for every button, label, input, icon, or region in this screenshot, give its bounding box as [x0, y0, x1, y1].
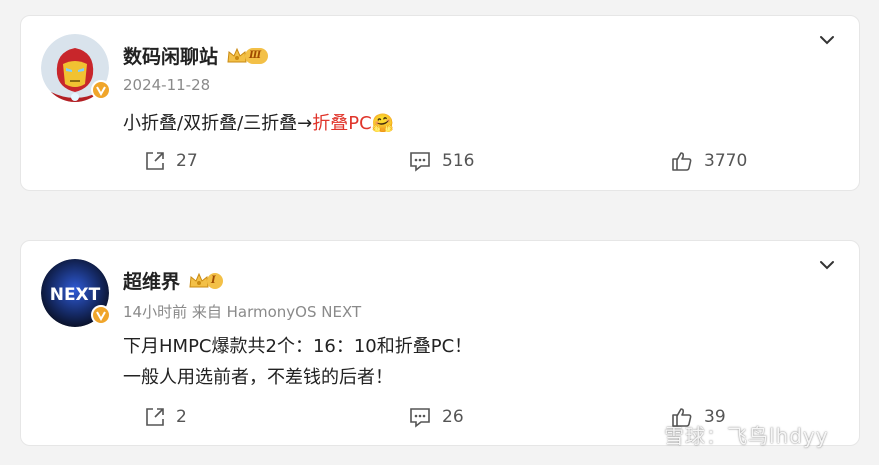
comment-count: 26: [442, 407, 464, 427]
content-highlight: 折叠PC: [312, 113, 372, 134]
author-avatar[interactable]: [41, 34, 111, 102]
post-content: 下月HMPC爆款共2个：16：10和折叠PC！ 一般人用选前者，不差钱的后者！: [123, 331, 472, 393]
comment-button[interactable]: 26: [408, 406, 464, 428]
content-line: 下月HMPC爆款共2个：16：10和折叠PC！: [123, 336, 473, 357]
verified-icon: [91, 80, 111, 100]
share-icon: [146, 408, 164, 426]
emoji: 🤗: [371, 113, 395, 134]
watermark: 雪球：飞鸟lhdyy: [630, 420, 829, 449]
author-name[interactable]: 超维界: [123, 267, 180, 294]
level-label: Ⅰ: [207, 272, 223, 289]
member-level-badge: Ⅲ: [226, 47, 269, 65]
comment-button[interactable]: 516: [408, 150, 474, 172]
chevron-down-icon[interactable]: [817, 255, 837, 275]
comment-icon: [410, 408, 430, 428]
author-avatar[interactable]: NEXT: [41, 259, 111, 327]
author-name[interactable]: 数码闲聊站: [123, 42, 218, 69]
share-icon: [146, 152, 164, 170]
level-label: Ⅲ: [245, 47, 269, 64]
comment-count: 516: [442, 151, 475, 171]
share-button[interactable]: 27: [144, 150, 198, 172]
post-card-2: NEXT 超维界 Ⅰ 14小时前 来自 HarmonyOS NEXT 下月HMP…: [20, 240, 860, 446]
like-button[interactable]: 3770: [670, 150, 747, 172]
comment-icon: [410, 152, 430, 172]
post-actions: 27 516 3770: [21, 150, 859, 180]
chevron-down-icon[interactable]: [817, 30, 837, 50]
share-count: 2: [176, 407, 187, 427]
post-time: 2024-11-28: [123, 76, 211, 94]
verified-icon: [91, 305, 111, 325]
member-level-badge: Ⅰ: [188, 272, 223, 290]
share-count: 27: [176, 151, 198, 171]
post-time-source: 14小时前 来自 HarmonyOS NEXT: [123, 303, 362, 321]
thumbs-up-icon: [672, 152, 692, 171]
xueqiu-logo-icon: [631, 426, 657, 444]
like-count: 3770: [704, 151, 748, 171]
share-button[interactable]: 2: [144, 406, 187, 428]
avatar-text: NEXT: [50, 285, 101, 305]
watermark-text: 雪球：飞鸟lhdyy: [664, 424, 829, 448]
content-text: 小折叠/双折叠/三折叠→: [123, 113, 313, 134]
post-card-1: 数码闲聊站 Ⅲ 2024-11-28 小折叠/双折叠/三折叠→折叠PC🤗 27: [20, 15, 860, 191]
content-line: 一般人用选前者，不差钱的后者！: [123, 367, 393, 388]
post-content: 小折叠/双折叠/三折叠→折叠PC🤗: [123, 108, 394, 139]
